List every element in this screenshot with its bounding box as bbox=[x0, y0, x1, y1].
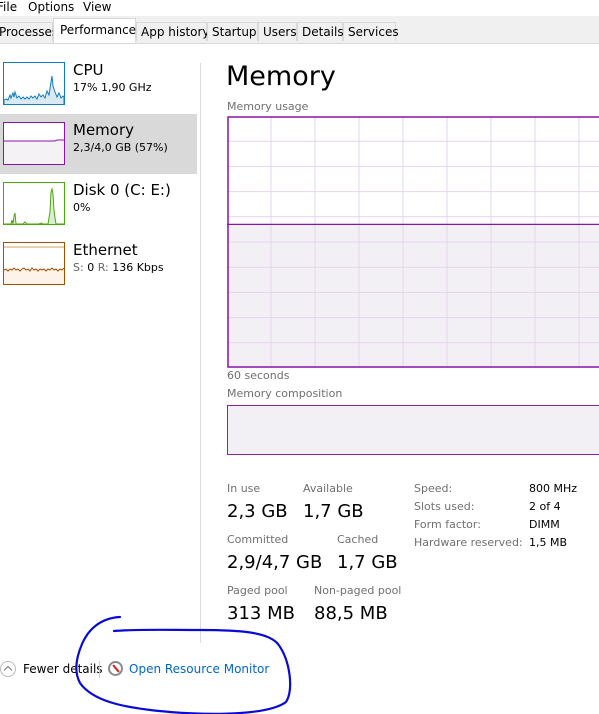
sidebar-ethernet-subtitle: S: 0 R: 136 Kbps bbox=[73, 261, 164, 274]
cpu-thumbnail-graph bbox=[3, 62, 65, 105]
hardware-reserved-value: 1,5 MB bbox=[529, 536, 568, 549]
speed-value: 800 MHz bbox=[529, 482, 578, 495]
memory-composition-bar bbox=[227, 405, 599, 455]
sidebar-divider bbox=[200, 63, 201, 643]
tab-app-history[interactable]: App history bbox=[136, 22, 210, 41]
disk-thumbnail-graph bbox=[3, 182, 65, 225]
memory-thumbnail-graph bbox=[3, 122, 65, 165]
menu-options[interactable]: Options bbox=[28, 0, 74, 14]
in-use-value: 2,3 GB bbox=[227, 501, 288, 522]
open-resource-monitor-label: Open Resource Monitor bbox=[129, 662, 270, 676]
committed-label: Committed bbox=[227, 533, 289, 546]
non-paged-pool-value: 88,5 MB bbox=[314, 603, 388, 624]
menu-view[interactable]: View bbox=[83, 0, 111, 14]
sidebar-disk-title: Disk 0 (C: E:) bbox=[73, 181, 171, 199]
available-value: 1,7 GB bbox=[303, 501, 364, 522]
ethernet-thumbnail-graph bbox=[3, 242, 65, 285]
ethernet-receive-value: 136 Kbps bbox=[112, 261, 164, 274]
sidebar-memory-subtitle: 2,3/4,0 GB (57%) bbox=[73, 141, 168, 154]
paged-pool-value: 313 MB bbox=[227, 603, 295, 624]
hardware-reserved-label: Hardware reserved: bbox=[414, 536, 523, 549]
in-use-label: In use bbox=[227, 482, 261, 495]
usage-area bbox=[227, 224, 599, 368]
chevron-up-icon bbox=[0, 661, 16, 677]
ethernet-receive-label: R: bbox=[97, 261, 109, 274]
paged-pool-label: Paged pool bbox=[227, 584, 288, 597]
sidebar-cpu-subtitle: 17% 1,90 GHz bbox=[73, 81, 152, 94]
memory-thumbnail-fill bbox=[4, 141, 64, 164]
footer-bar: Fewer details Open Resource Monitor bbox=[0, 660, 599, 680]
tab-services[interactable]: Services bbox=[343, 22, 399, 41]
fewer-details-label: Fewer details bbox=[23, 662, 103, 676]
menu-bar: File Options View bbox=[0, 0, 599, 16]
form-factor-value: DIMM bbox=[529, 518, 560, 531]
tab-processes[interactable]: Processes bbox=[0, 22, 58, 41]
slots-used-value: 2 of 4 bbox=[529, 500, 561, 513]
ethernet-send-label: S: bbox=[73, 261, 84, 274]
tab-startup[interactable]: Startup bbox=[207, 22, 258, 41]
sidebar-item-memory[interactable]: Memory 2,3/4,0 GB (57%) bbox=[0, 114, 197, 174]
page-title: Memory bbox=[226, 61, 336, 92]
available-label: Available bbox=[303, 482, 353, 495]
committed-value: 2,9/4,7 GB bbox=[227, 552, 323, 573]
tab-strip: Processes Performance App history Startu… bbox=[0, 16, 599, 44]
resource-monitor-icon bbox=[108, 661, 123, 676]
cached-value: 1,7 GB bbox=[337, 552, 398, 573]
sidebar-item-ethernet[interactable]: Ethernet S: 0 R: 136 Kbps bbox=[0, 234, 197, 294]
tab-users[interactable]: Users bbox=[258, 22, 297, 41]
sidebar-disk-subtitle: 0% bbox=[73, 201, 91, 214]
sidebar-item-disk[interactable]: Disk 0 (C: E:) 0% bbox=[0, 174, 197, 234]
tab-details[interactable]: Details bbox=[297, 22, 344, 41]
memory-composition-label: Memory composition bbox=[227, 387, 343, 400]
sidebar-memory-title: Memory bbox=[73, 121, 135, 139]
footer-divider bbox=[99, 661, 100, 678]
cached-label: Cached bbox=[337, 533, 379, 546]
memory-usage-graph bbox=[227, 116, 599, 368]
sidebar-ethernet-title: Ethernet bbox=[73, 241, 138, 259]
ethernet-send-value: 0 bbox=[87, 261, 95, 274]
tab-performance[interactable]: Performance bbox=[53, 18, 136, 43]
speed-label: Speed: bbox=[414, 482, 453, 495]
sidebar-cpu-title: CPU bbox=[73, 61, 104, 79]
memory-usage-label: Memory usage bbox=[227, 100, 309, 113]
non-paged-pool-label: Non-paged pool bbox=[314, 584, 402, 597]
time-span-label: 60 seconds bbox=[227, 369, 290, 382]
slots-used-label: Slots used: bbox=[414, 500, 475, 513]
form-factor-label: Form factor: bbox=[414, 518, 481, 531]
menu-file[interactable]: File bbox=[0, 0, 17, 14]
sidebar-item-cpu[interactable]: CPU 17% 1,90 GHz bbox=[0, 54, 197, 114]
